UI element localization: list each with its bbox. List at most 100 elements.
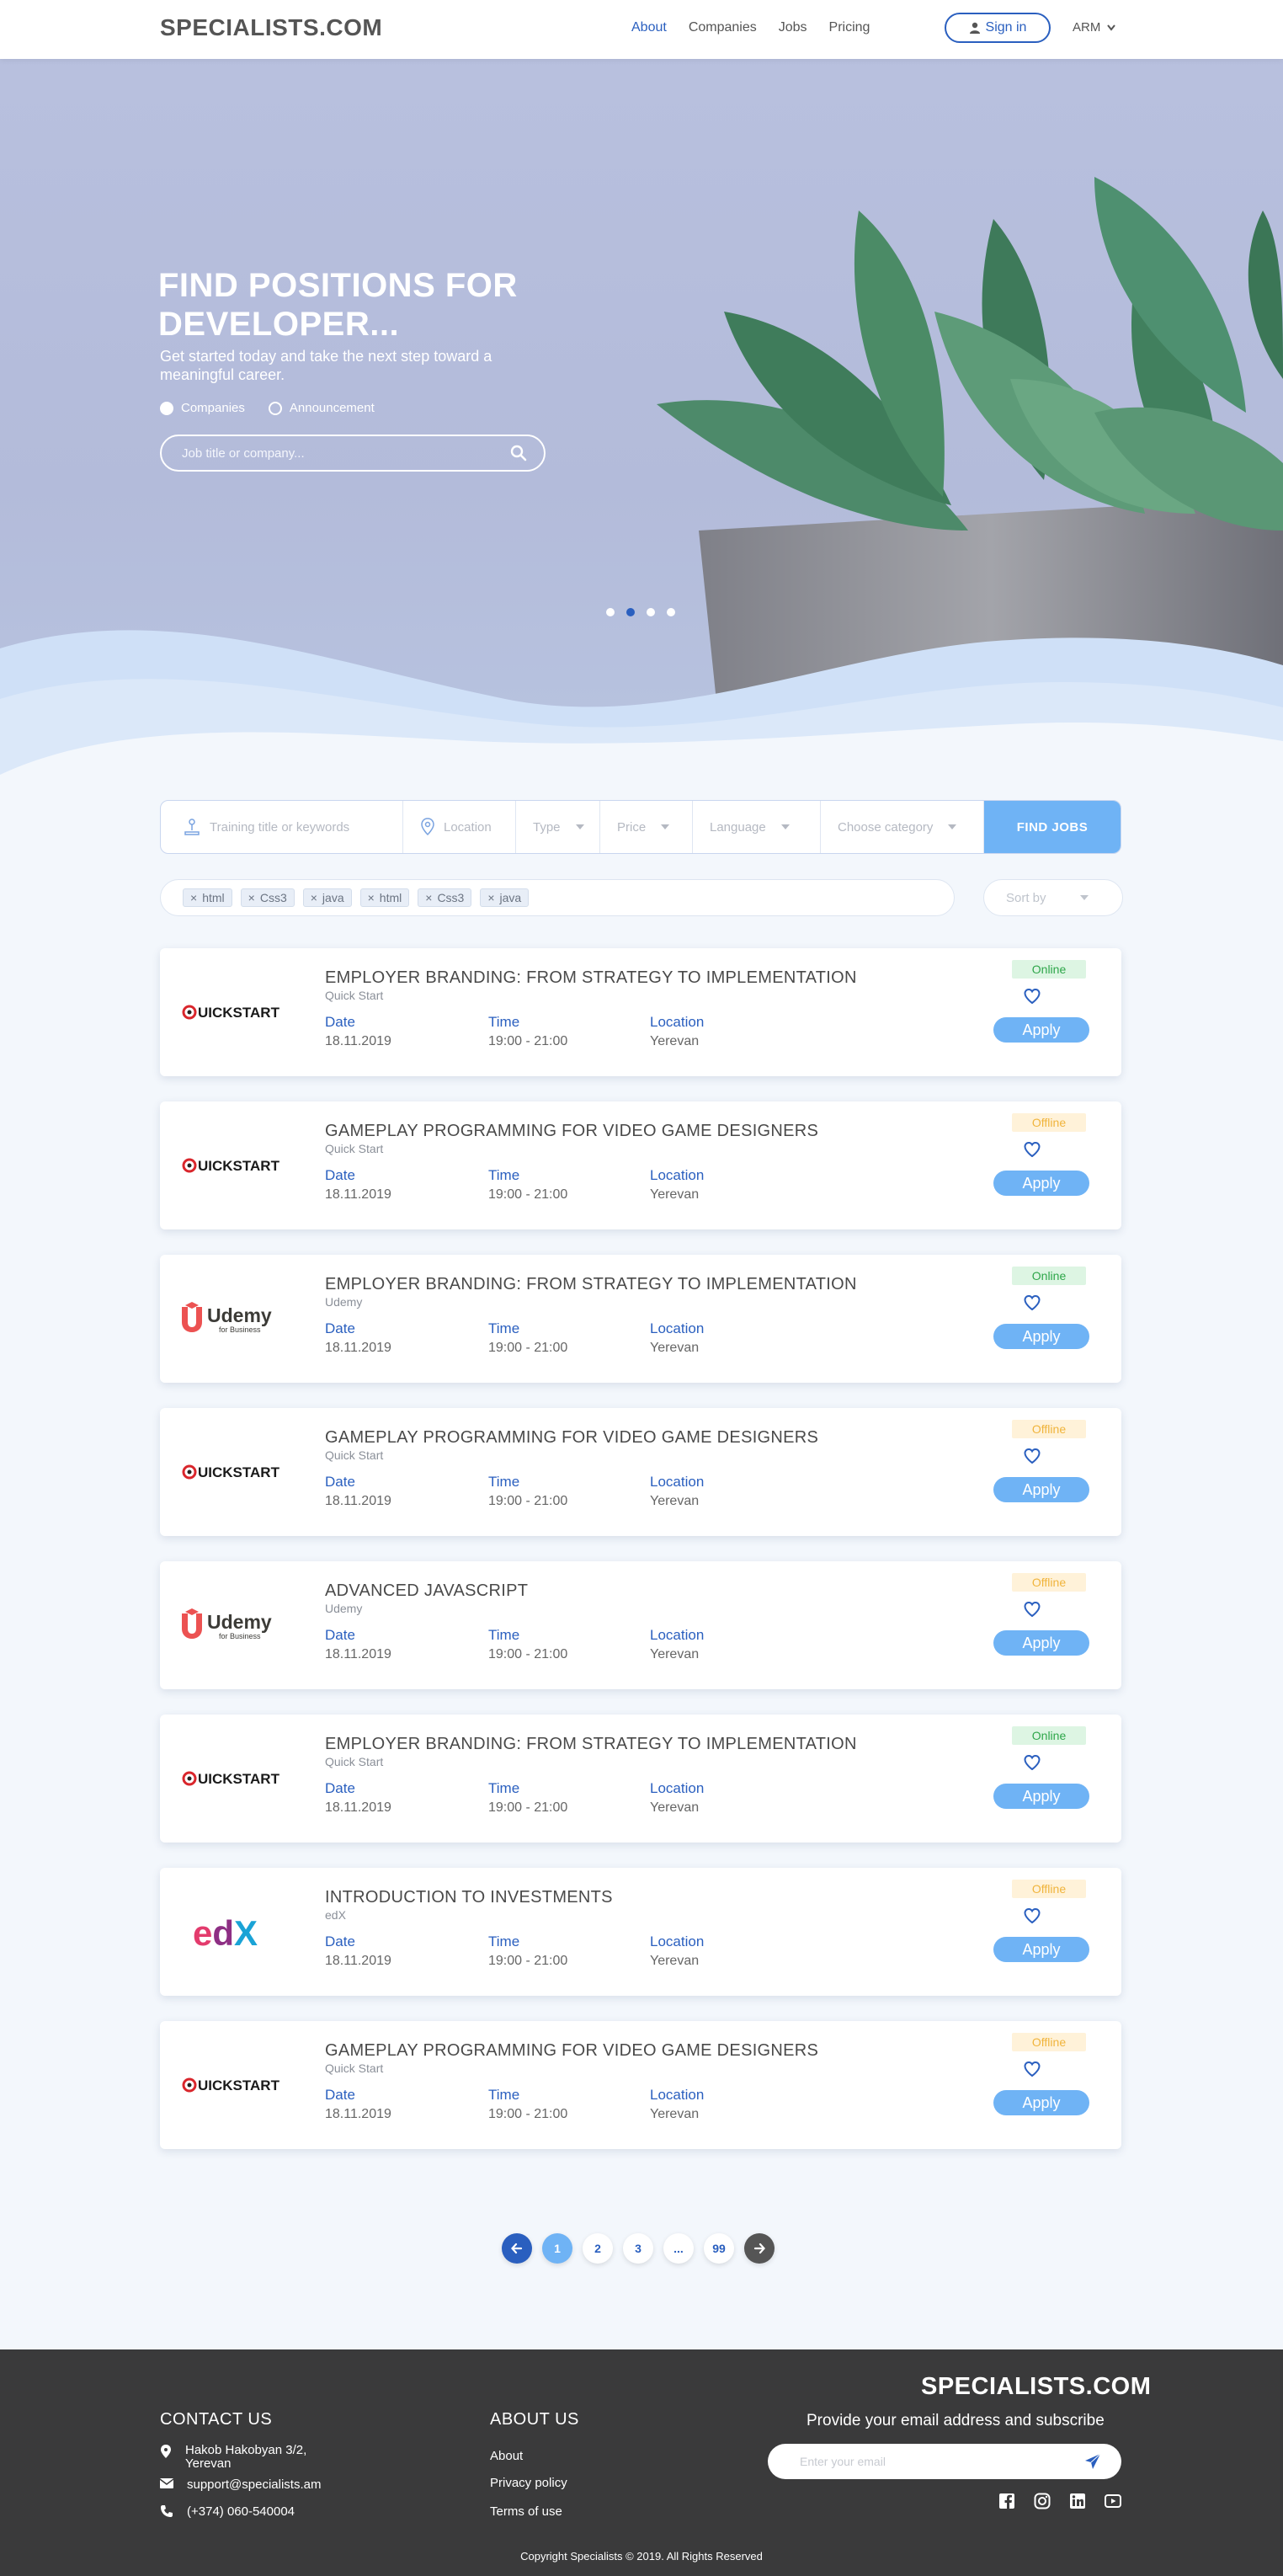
site-logo[interactable]: SPECIALISTS.COM [160, 14, 382, 41]
address-line-2: Yerevan [185, 2456, 232, 2471]
job-title[interactable]: INTRODUCTION TO INVESTMENTS [325, 1888, 613, 1907]
footer-link-privacy[interactable]: Privacy policy [490, 2476, 567, 2490]
heart-icon[interactable] [1024, 1448, 1041, 1464]
job-card[interactable]: UICKSTART GAMEPLAY PROGRAMMING FOR VIDEO … [160, 2021, 1121, 2149]
job-card[interactable]: Udemy for Business ADVANCED JAVASCRIPT Udem… [160, 1561, 1121, 1689]
job-card[interactable]: UICKSTART EMPLOYER BRANDING: FROM STRATEG… [160, 948, 1121, 1076]
job-card[interactable]: UICKSTART GAMEPLAY PROGRAMMING FOR VIDEO … [160, 1101, 1121, 1229]
job-card[interactable]: UICKSTART EMPLOYER BRANDING: FROM STRATEG… [160, 1715, 1121, 1843]
apply-button[interactable]: Apply [993, 1784, 1089, 1809]
apply-button[interactable]: Apply [993, 1937, 1089, 1962]
nav-jobs[interactable]: Jobs [779, 20, 807, 35]
heart-icon[interactable] [1024, 1755, 1041, 1770]
tag-label: Css3 [437, 891, 465, 904]
language-select[interactable]: ARM [1073, 20, 1116, 35]
udemy-logo-text: Udemy [207, 1611, 272, 1633]
price-dropdown[interactable]: Price [600, 801, 693, 853]
send-icon[interactable] [1084, 2453, 1101, 2470]
apply-button[interactable]: Apply [993, 1171, 1089, 1196]
job-card[interactable]: Udemy for Business EMPLOYER BRANDING: FROM… [160, 1255, 1121, 1383]
tag-chip[interactable]: × Css3 [240, 888, 295, 907]
job-card[interactable]: UICKSTART GAMEPLAY PROGRAMMING FOR VIDEO … [160, 1408, 1121, 1536]
remove-tag-icon[interactable]: × [248, 891, 255, 904]
job-title[interactable]: GAMEPLAY PROGRAMMING FOR VIDEO GAME DESI… [325, 1428, 818, 1448]
phone-number[interactable]: (+374) 060-540004 [187, 2504, 295, 2519]
radio-companies[interactable]: Companies [160, 401, 245, 415]
carousel-dot[interactable] [606, 608, 615, 616]
footer-link-terms[interactable]: Terms of use [490, 2504, 562, 2519]
heart-icon[interactable] [1024, 1142, 1041, 1157]
youtube-icon[interactable] [1105, 2493, 1121, 2509]
tag-chip[interactable]: × java [302, 888, 352, 907]
carousel-dot[interactable] [667, 608, 675, 616]
radio-announcement[interactable]: Announcement [268, 401, 375, 415]
heart-icon[interactable] [1024, 1295, 1041, 1310]
job-date: Date 18.11.2019 [325, 1627, 391, 1662]
job-card[interactable]: edX INTRODUCTION TO INVESTMENTS edX Date 18.… [160, 1868, 1121, 1996]
job-title[interactable]: GAMEPLAY PROGRAMMING FOR VIDEO GAME DESI… [325, 2041, 818, 2061]
prev-page-button[interactable] [502, 2233, 532, 2264]
page-button-1[interactable]: 1 [542, 2233, 572, 2264]
caret-down-icon [780, 824, 790, 829]
udemy-logo-subtext: for Business [219, 1632, 261, 1640]
heart-icon[interactable] [1024, 989, 1041, 1004]
remove-tag-icon[interactable]: × [487, 891, 494, 904]
email-link[interactable]: support@specialists.am [187, 2477, 321, 2492]
sort-by-dropdown[interactable]: Sort by [983, 879, 1123, 916]
job-date: Date 18.11.2019 [325, 1167, 391, 1203]
job-title[interactable]: EMPLOYER BRANDING: FROM STRATEGY TO IMPL… [325, 968, 857, 988]
tag-chip[interactable]: × java [480, 888, 530, 907]
quickstart-logo-text: UICKSTART [198, 1771, 280, 1787]
search-icon[interactable] [510, 445, 527, 461]
category-dropdown[interactable]: Choose category [821, 801, 984, 853]
hero-search-box [160, 435, 546, 472]
hero-search-input[interactable] [182, 445, 510, 461]
job-title[interactable]: GAMEPLAY PROGRAMMING FOR VIDEO GAME DESI… [325, 1122, 818, 1141]
subscribe-email-input[interactable] [800, 2455, 1084, 2468]
next-page-button[interactable] [744, 2233, 775, 2264]
apply-button[interactable]: Apply [993, 1324, 1089, 1349]
location-field[interactable]: Location [403, 801, 516, 853]
language-dropdown[interactable]: Language [693, 801, 821, 853]
tag-label: html [379, 891, 402, 904]
find-jobs-button[interactable]: FIND JOBS [984, 801, 1121, 853]
carousel-dot[interactable] [647, 608, 655, 616]
job-title[interactable]: ADVANCED JAVASCRIPT [325, 1581, 528, 1601]
linkedin-icon[interactable] [1069, 2493, 1086, 2509]
remove-tag-icon[interactable]: × [425, 891, 432, 904]
tag-chip[interactable]: × html [183, 888, 232, 907]
page-button-2[interactable]: 2 [583, 2233, 613, 2264]
apply-button[interactable]: Apply [993, 1477, 1089, 1502]
heart-icon[interactable] [1024, 2061, 1041, 2077]
nav-about[interactable]: About [631, 20, 667, 35]
keywords-field[interactable]: Training title or keywords [161, 801, 403, 853]
page-button-3[interactable]: 3 [623, 2233, 653, 2264]
joystick-icon [184, 819, 200, 835]
remove-tag-icon[interactable]: × [311, 891, 317, 904]
instagram-icon[interactable] [1034, 2493, 1051, 2509]
job-title[interactable]: EMPLOYER BRANDING: FROM STRATEGY TO IMPL… [325, 1735, 857, 1754]
apply-button[interactable]: Apply [993, 2090, 1089, 2115]
nav-companies[interactable]: Companies [689, 20, 757, 35]
quickstart-logo-text: UICKSTART [198, 1464, 280, 1480]
facebook-icon[interactable] [998, 2493, 1015, 2509]
remove-tag-icon[interactable]: × [190, 891, 197, 904]
heart-icon[interactable] [1024, 1908, 1041, 1923]
sign-in-button[interactable]: Sign in [945, 13, 1051, 43]
apply-button[interactable]: Apply [993, 1017, 1089, 1043]
apply-button[interactable]: Apply [993, 1630, 1089, 1656]
job-time: Time 19:00 - 21:00 [488, 1167, 567, 1203]
footer-link-about[interactable]: About [490, 2449, 523, 2463]
carousel-dot-active[interactable] [626, 608, 635, 616]
type-dropdown[interactable]: Type [516, 801, 600, 853]
heart-icon[interactable] [1024, 1602, 1041, 1617]
tag-chip[interactable]: × Css3 [418, 888, 472, 907]
page-button-99[interactable]: 99 [704, 2233, 734, 2264]
job-title[interactable]: EMPLOYER BRANDING: FROM STRATEGY TO IMPL… [325, 1275, 857, 1294]
tag-chip[interactable]: × html [359, 888, 410, 907]
nav-pricing[interactable]: Pricing [829, 20, 870, 35]
time-value: 19:00 - 21:00 [488, 1494, 568, 1508]
date-value: 18.11.2019 [325, 1187, 391, 1202]
remove-tag-icon[interactable]: × [368, 891, 375, 904]
date-label: Date [325, 1627, 355, 1643]
